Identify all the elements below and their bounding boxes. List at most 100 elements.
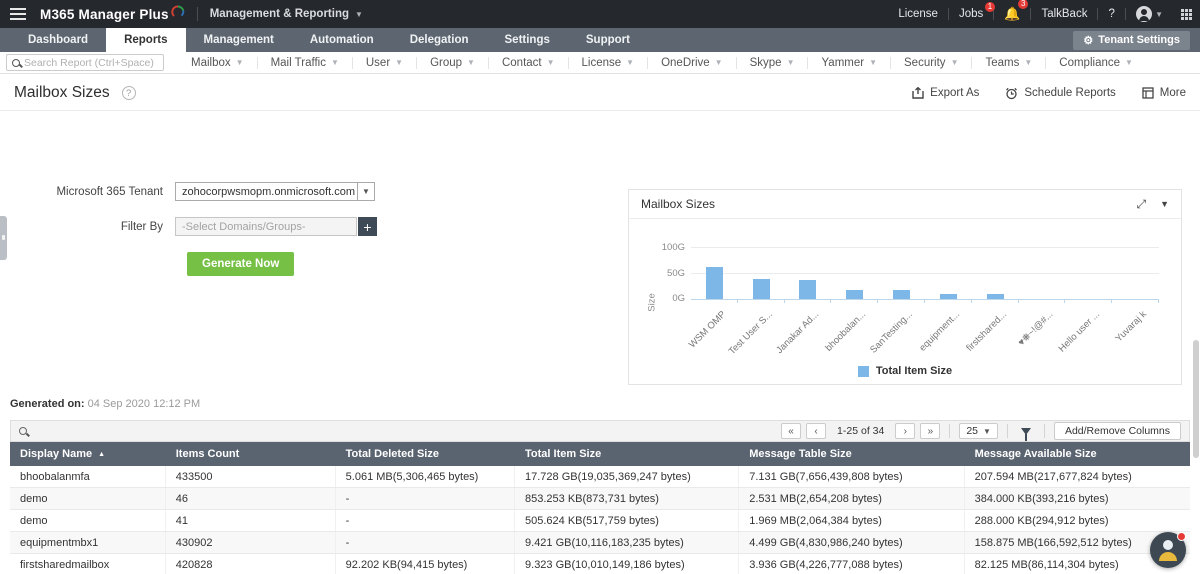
chart-bar-wsm-omp[interactable]	[706, 267, 723, 299]
cell-message-table-size: 1.969 MB(2,064,384 bytes)	[739, 510, 964, 531]
tab-delegation[interactable]: Delegation	[392, 28, 487, 52]
page-size-value: 25	[966, 425, 978, 437]
more-label: More	[1160, 87, 1186, 99]
table-row-demo-1[interactable]: demo46-853.253 KB(873,731 bytes)2.531 MB…	[10, 488, 1190, 510]
cell-items-count: 430902	[166, 532, 336, 553]
menu-mailbox[interactable]: Mailbox▼	[178, 57, 257, 69]
chart-bar-janakar-ad[interactable]	[799, 280, 816, 299]
column-header-items-count[interactable]: Items Count	[166, 448, 336, 460]
chart-title: Mailbox Sizes	[641, 197, 715, 211]
tenant-settings-button[interactable]: ⚙ Tenant Settings	[1073, 31, 1190, 50]
page-size-select[interactable]: 25 ▼	[959, 423, 998, 439]
report-search[interactable]	[6, 54, 164, 71]
x-label-slot: Hello user ...	[1065, 305, 1112, 357]
search-input[interactable]	[24, 57, 158, 69]
tab-settings[interactable]: Settings	[487, 28, 568, 52]
table-search-icon[interactable]	[19, 427, 27, 435]
notifications-bell-icon[interactable]: 🔔3	[994, 6, 1030, 22]
column-header-total-item-size[interactable]: Total Item Size	[515, 448, 739, 460]
chevron-down-icon: ▼	[467, 58, 475, 67]
support-chat-button[interactable]	[1150, 532, 1186, 568]
chevron-down-icon: ▼	[331, 58, 339, 67]
chart-bar-bhoobalan[interactable]	[846, 290, 863, 299]
tab-management[interactable]: Management	[186, 28, 292, 52]
chart-legend[interactable]: Total Item Size	[629, 365, 1181, 377]
apps-grid-icon[interactable]	[1181, 9, 1192, 20]
menu-security[interactable]: Security▼	[890, 57, 971, 69]
generate-now-button[interactable]: Generate Now	[187, 252, 294, 276]
column-label: Total Item Size	[525, 448, 601, 460]
legend-label: Total Item Size	[876, 365, 952, 377]
user-menu[interactable]: ▼	[1126, 6, 1173, 22]
y-tick-0g: 0G	[672, 293, 685, 304]
module-switcher[interactable]: Management & Reporting ▼	[210, 8, 363, 20]
chart-bar-slot	[1112, 233, 1159, 299]
generated-on: Generated on: 04 Sep 2020 12:12 PM	[10, 398, 200, 410]
help-icon[interactable]: ?	[122, 86, 136, 100]
menu-label: Mailbox	[191, 57, 231, 69]
cell-items-count: 41	[166, 510, 336, 531]
cell-total-item-size: 505.624 KB(517,759 bytes)	[515, 510, 739, 531]
menu-group[interactable]: Group▼	[416, 57, 488, 69]
menu-onedrive[interactable]: OneDrive▼	[647, 57, 736, 69]
chart-menu-caret-icon[interactable]: ▼	[1160, 199, 1169, 209]
tab-support[interactable]: Support	[568, 28, 648, 52]
license-link[interactable]: License	[888, 8, 948, 20]
add-filter-button[interactable]: +	[358, 217, 377, 236]
cell-display-name: demo	[10, 510, 166, 531]
pager-next-button[interactable]: ›	[895, 423, 915, 439]
expand-icon[interactable]: ⤢	[1136, 197, 1146, 212]
menu-license[interactable]: License▼	[568, 57, 648, 69]
menu-yammer[interactable]: Yammer▼	[807, 57, 890, 69]
schedule-reports-button[interactable]: Schedule Reports	[1005, 87, 1115, 100]
chart-bar-slot	[785, 233, 832, 299]
export-as-button[interactable]: Export As	[912, 87, 979, 99]
chart-bar-santesting[interactable]	[893, 290, 910, 299]
column-header-message-table-size[interactable]: Message Table Size	[739, 448, 964, 460]
add-remove-columns-button[interactable]: Add/Remove Columns	[1054, 422, 1181, 440]
table-row-firstsharedmailbox-4[interactable]: firstsharedmailbox42082892.202 KB(94,415…	[10, 554, 1190, 574]
filter-domains-input[interactable]	[175, 217, 357, 236]
column-header-display-name[interactable]: Display Name▲	[10, 448, 166, 460]
tab-automation[interactable]: Automation	[292, 28, 392, 52]
pager-prev-button[interactable]: ‹	[806, 423, 826, 439]
generated-on-value: 04 Sep 2020 12:12 PM	[88, 398, 201, 410]
pager-first-button[interactable]: «	[781, 423, 801, 439]
left-panel-toggle[interactable]	[0, 216, 7, 260]
vertical-scrollbar[interactable]	[1193, 340, 1199, 458]
more-button[interactable]: More	[1142, 87, 1186, 99]
column-header-message-available-size[interactable]: Message Available Size	[965, 448, 1190, 460]
menu-compliance[interactable]: Compliance▼	[1045, 57, 1146, 69]
column-label: Items Count	[176, 448, 240, 460]
y-tick-50g: 50G	[667, 268, 685, 279]
tab-dashboard[interactable]: Dashboard	[10, 28, 106, 52]
logo-swoosh-icon	[171, 5, 185, 19]
menu-label: Contact	[502, 57, 542, 69]
table-row-demo-2[interactable]: demo41-505.624 KB(517,759 bytes)1.969 MB…	[10, 510, 1190, 532]
hamburger-menu-icon[interactable]	[10, 8, 26, 20]
tenant-select[interactable]: zohocorpwsmopm.onmicrosoft.com ▼	[175, 182, 375, 201]
talkback-link[interactable]: TalkBack	[1031, 8, 1097, 20]
notification-dot	[1177, 532, 1186, 541]
chart-bar-test-user-s[interactable]	[753, 279, 770, 299]
chart-bar-slot	[691, 233, 738, 299]
search-icon	[12, 59, 20, 67]
pager-last-button[interactable]: »	[920, 423, 940, 439]
x-axis-label: Yuvaraj k	[1114, 309, 1149, 344]
column-header-total-deleted-size[interactable]: Total Deleted Size	[336, 448, 515, 460]
table-row-bhoobalanmfa-0[interactable]: bhoobalanmfa4335005.061 MB(5,306,465 byt…	[10, 466, 1190, 488]
tab-reports[interactable]: Reports	[106, 28, 185, 52]
menu-skype[interactable]: Skype▼	[736, 57, 808, 69]
sort-asc-icon: ▲	[98, 451, 105, 458]
menu-contact[interactable]: Contact▼	[488, 57, 568, 69]
filter-icon[interactable]	[1021, 428, 1031, 435]
menu-teams[interactable]: Teams▼	[971, 57, 1045, 69]
jobs-link[interactable]: Jobs 1	[949, 8, 993, 20]
report-nav-bar: Mailbox▼Mail Traffic▼User▼Group▼Contact▼…	[0, 52, 1200, 74]
table-row-equipmentmbx1-3[interactable]: equipmentmbx1430902-9.421 GB(10,116,183,…	[10, 532, 1190, 554]
menu-mail-traffic[interactable]: Mail Traffic▼	[257, 57, 352, 69]
menu-user[interactable]: User▼	[352, 57, 416, 69]
report-criteria-form: Microsoft 365 Tenant zohocorpwsmopm.onmi…	[0, 182, 560, 276]
help-icon[interactable]: ?	[1098, 8, 1124, 20]
cell-total-deleted-size: 92.202 KB(94,415 bytes)	[336, 554, 515, 574]
